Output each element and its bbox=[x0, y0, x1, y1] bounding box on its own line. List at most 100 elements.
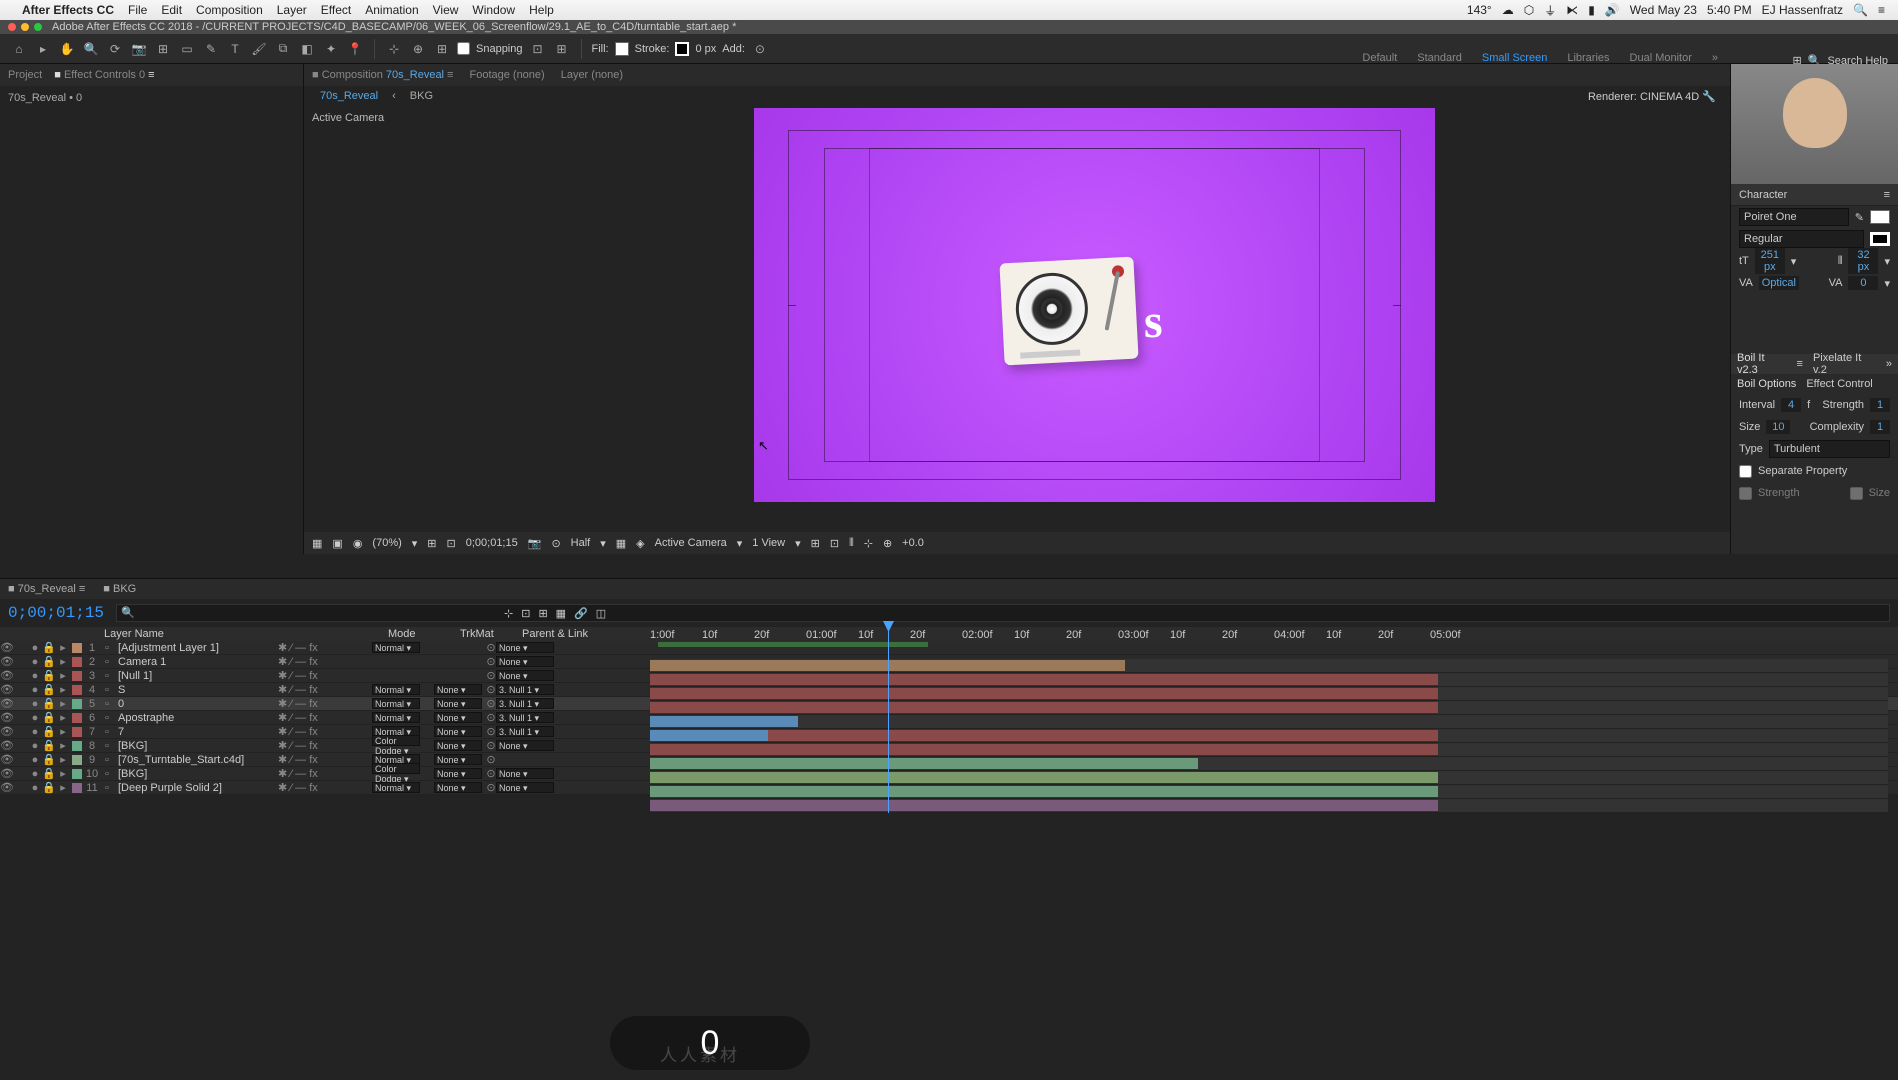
renderer-options-icon[interactable]: 🔧 bbox=[1702, 91, 1716, 103]
camera-dropdown[interactable]: Active Camera bbox=[655, 537, 727, 549]
layer-bar[interactable] bbox=[650, 716, 798, 727]
breadcrumb-bkg[interactable]: BKG bbox=[410, 90, 433, 102]
fast-preview-icon[interactable]: ⊡ bbox=[830, 537, 839, 550]
notifications-icon[interactable]: ≡ bbox=[1878, 3, 1885, 17]
chevron-down-icon[interactable]: ▾ bbox=[1884, 255, 1890, 268]
battery-icon[interactable]: ▮ bbox=[1588, 3, 1595, 17]
tab-boil-it[interactable]: Boil It v2.3 bbox=[1737, 352, 1787, 376]
exposure-reset-icon[interactable]: ⊕ bbox=[883, 537, 892, 550]
tab-project[interactable]: Project bbox=[8, 69, 42, 81]
timeline-tab-70s[interactable]: ■ 70s_Reveal ≡ bbox=[8, 583, 85, 595]
resolution-dropdown[interactable]: Half bbox=[571, 537, 591, 549]
snap-icon[interactable]: ⊡ bbox=[529, 40, 547, 58]
tl-icon-4[interactable]: ▦ bbox=[556, 607, 566, 620]
complexity-field[interactable]: 1 bbox=[1870, 420, 1890, 434]
zoom-chevron-icon[interactable]: ▾ bbox=[412, 537, 418, 550]
tab-menu-icon[interactable]: ≡ bbox=[1797, 358, 1803, 370]
timeline-timecode[interactable]: 0;00;01;15 bbox=[8, 604, 104, 622]
flowchart-icon[interactable]: ⊹ bbox=[864, 537, 873, 550]
tl-icon-3[interactable]: ⊞ bbox=[538, 607, 547, 620]
menu-animation[interactable]: Animation bbox=[365, 3, 418, 17]
font-family-dropdown[interactable]: Poiret One bbox=[1739, 208, 1849, 226]
view-count[interactable]: 1 View bbox=[752, 537, 785, 549]
selection-tool[interactable]: ▸ bbox=[34, 40, 52, 58]
menu-window[interactable]: Window bbox=[472, 3, 515, 17]
menu-composition[interactable]: Composition bbox=[196, 3, 263, 17]
ws-default[interactable]: Default bbox=[1362, 52, 1397, 64]
layer-bar[interactable] bbox=[650, 674, 1438, 685]
ws-small-screen[interactable]: Small Screen bbox=[1482, 52, 1547, 64]
3d-icon[interactable]: ◈ bbox=[636, 537, 644, 550]
rect-tool[interactable]: ▭ bbox=[178, 40, 196, 58]
transparency-icon[interactable]: ▦ bbox=[616, 537, 626, 550]
stroke-swatch[interactable] bbox=[675, 42, 689, 56]
viewer-timecode[interactable]: 0;00;01;15 bbox=[466, 537, 518, 549]
roto-tool[interactable]: ✦ bbox=[322, 40, 340, 58]
clone-tool[interactable]: ⧉ bbox=[274, 40, 292, 58]
zoom-dropdown[interactable]: (70%) bbox=[372, 537, 401, 549]
eraser-tool[interactable]: ◧ bbox=[298, 40, 316, 58]
font-size-field[interactable]: 251 px bbox=[1755, 248, 1785, 274]
brush-tool[interactable]: 🖌 bbox=[250, 40, 268, 58]
res-chevron-icon[interactable]: ▾ bbox=[600, 537, 606, 550]
tab-composition[interactable]: ■ Composition 70s_Reveal ≡ bbox=[312, 69, 453, 81]
menu-edit[interactable]: Edit bbox=[161, 3, 182, 17]
status-date[interactable]: Wed May 23 bbox=[1630, 3, 1697, 17]
view-chevron-icon[interactable]: ▾ bbox=[795, 537, 801, 550]
renderer-value[interactable]: CINEMA 4D bbox=[1640, 91, 1699, 103]
time-ruler[interactable]: 1:00f10f20f01:00f10f20f02:00f10f20f03:00… bbox=[650, 627, 1888, 643]
tl-graph-editor-icon[interactable]: ◫ bbox=[596, 607, 606, 620]
tl-icon-1[interactable]: ⊹ bbox=[504, 607, 513, 620]
mask-icon[interactable]: ◉ bbox=[353, 537, 363, 550]
interval-field[interactable]: 4 bbox=[1781, 398, 1801, 412]
camera-tool[interactable]: 📷 bbox=[130, 40, 148, 58]
snapping-checkbox[interactable] bbox=[457, 42, 470, 55]
menu-layer[interactable]: Layer bbox=[277, 3, 307, 17]
ws-overflow-icon[interactable]: » bbox=[1712, 52, 1718, 64]
zoom-tool[interactable]: 🔍 bbox=[82, 40, 100, 58]
fill-color-swatch[interactable] bbox=[1870, 210, 1890, 224]
volume-icon[interactable]: 🔊 bbox=[1605, 3, 1620, 17]
character-panel-title[interactable]: Character bbox=[1739, 189, 1787, 201]
timeline-icon[interactable]: ⫴ bbox=[849, 537, 854, 550]
fill-swatch[interactable] bbox=[615, 42, 629, 56]
ws-standard[interactable]: Standard bbox=[1417, 52, 1462, 64]
chevron-down-icon[interactable]: ▾ bbox=[1791, 255, 1797, 268]
channel-icon[interactable]: ▣ bbox=[332, 537, 342, 550]
pen-tool[interactable]: ✎ bbox=[202, 40, 220, 58]
guide-icon[interactable]: ⊡ bbox=[447, 537, 456, 550]
menu-view[interactable]: View bbox=[433, 3, 459, 17]
leading-field[interactable]: 32 px bbox=[1848, 248, 1878, 274]
timeline-search-input[interactable] bbox=[117, 605, 1889, 621]
ws-libraries[interactable]: Libraries bbox=[1567, 52, 1609, 64]
maximize-window-button[interactable] bbox=[34, 23, 42, 31]
tracking-field[interactable]: 0 bbox=[1848, 276, 1878, 290]
app-name[interactable]: After Effects CC bbox=[22, 3, 114, 17]
grid-icon[interactable]: ⊞ bbox=[427, 537, 436, 550]
ws-dual-monitor[interactable]: Dual Monitor bbox=[1630, 52, 1692, 64]
layer-bar[interactable] bbox=[650, 786, 1438, 797]
breadcrumb-comp[interactable]: 70s_Reveal bbox=[320, 90, 378, 102]
menu-help[interactable]: Help bbox=[529, 3, 554, 17]
add-menu-icon[interactable]: ⊙ bbox=[751, 40, 769, 58]
composition-viewer[interactable]: s bbox=[754, 108, 1435, 502]
layer-bar[interactable] bbox=[650, 688, 1438, 699]
layer-bar[interactable] bbox=[650, 744, 1438, 755]
tl-icon-5[interactable]: 🔗 bbox=[574, 607, 588, 620]
kerning-field[interactable]: Optical bbox=[1759, 276, 1799, 290]
region-icon[interactable]: ⊙ bbox=[551, 537, 560, 550]
cloud-icon[interactable]: ☁ bbox=[1502, 3, 1514, 17]
tab-effect-controls[interactable]: ■ Effect Controls 0 ≡ bbox=[54, 69, 154, 81]
tab-boil-options[interactable]: Boil Options bbox=[1737, 378, 1796, 390]
bluetooth-icon[interactable]: ⧔ bbox=[1566, 3, 1578, 17]
layer-bar[interactable] bbox=[650, 772, 1438, 783]
tab-effect-control[interactable]: Effect Control bbox=[1806, 378, 1872, 390]
home-icon[interactable]: ⌂ bbox=[10, 40, 28, 58]
minimize-window-button[interactable] bbox=[21, 23, 29, 31]
strength-field[interactable]: 1 bbox=[1870, 398, 1890, 412]
layer-bar[interactable] bbox=[768, 730, 1438, 741]
pixel-aspect-icon[interactable]: ⊞ bbox=[811, 537, 820, 550]
layer-bar[interactable] bbox=[650, 758, 1198, 769]
exposure-value[interactable]: +0.0 bbox=[902, 537, 924, 549]
timeline-tab-bkg[interactable]: ■ BKG bbox=[103, 583, 136, 595]
